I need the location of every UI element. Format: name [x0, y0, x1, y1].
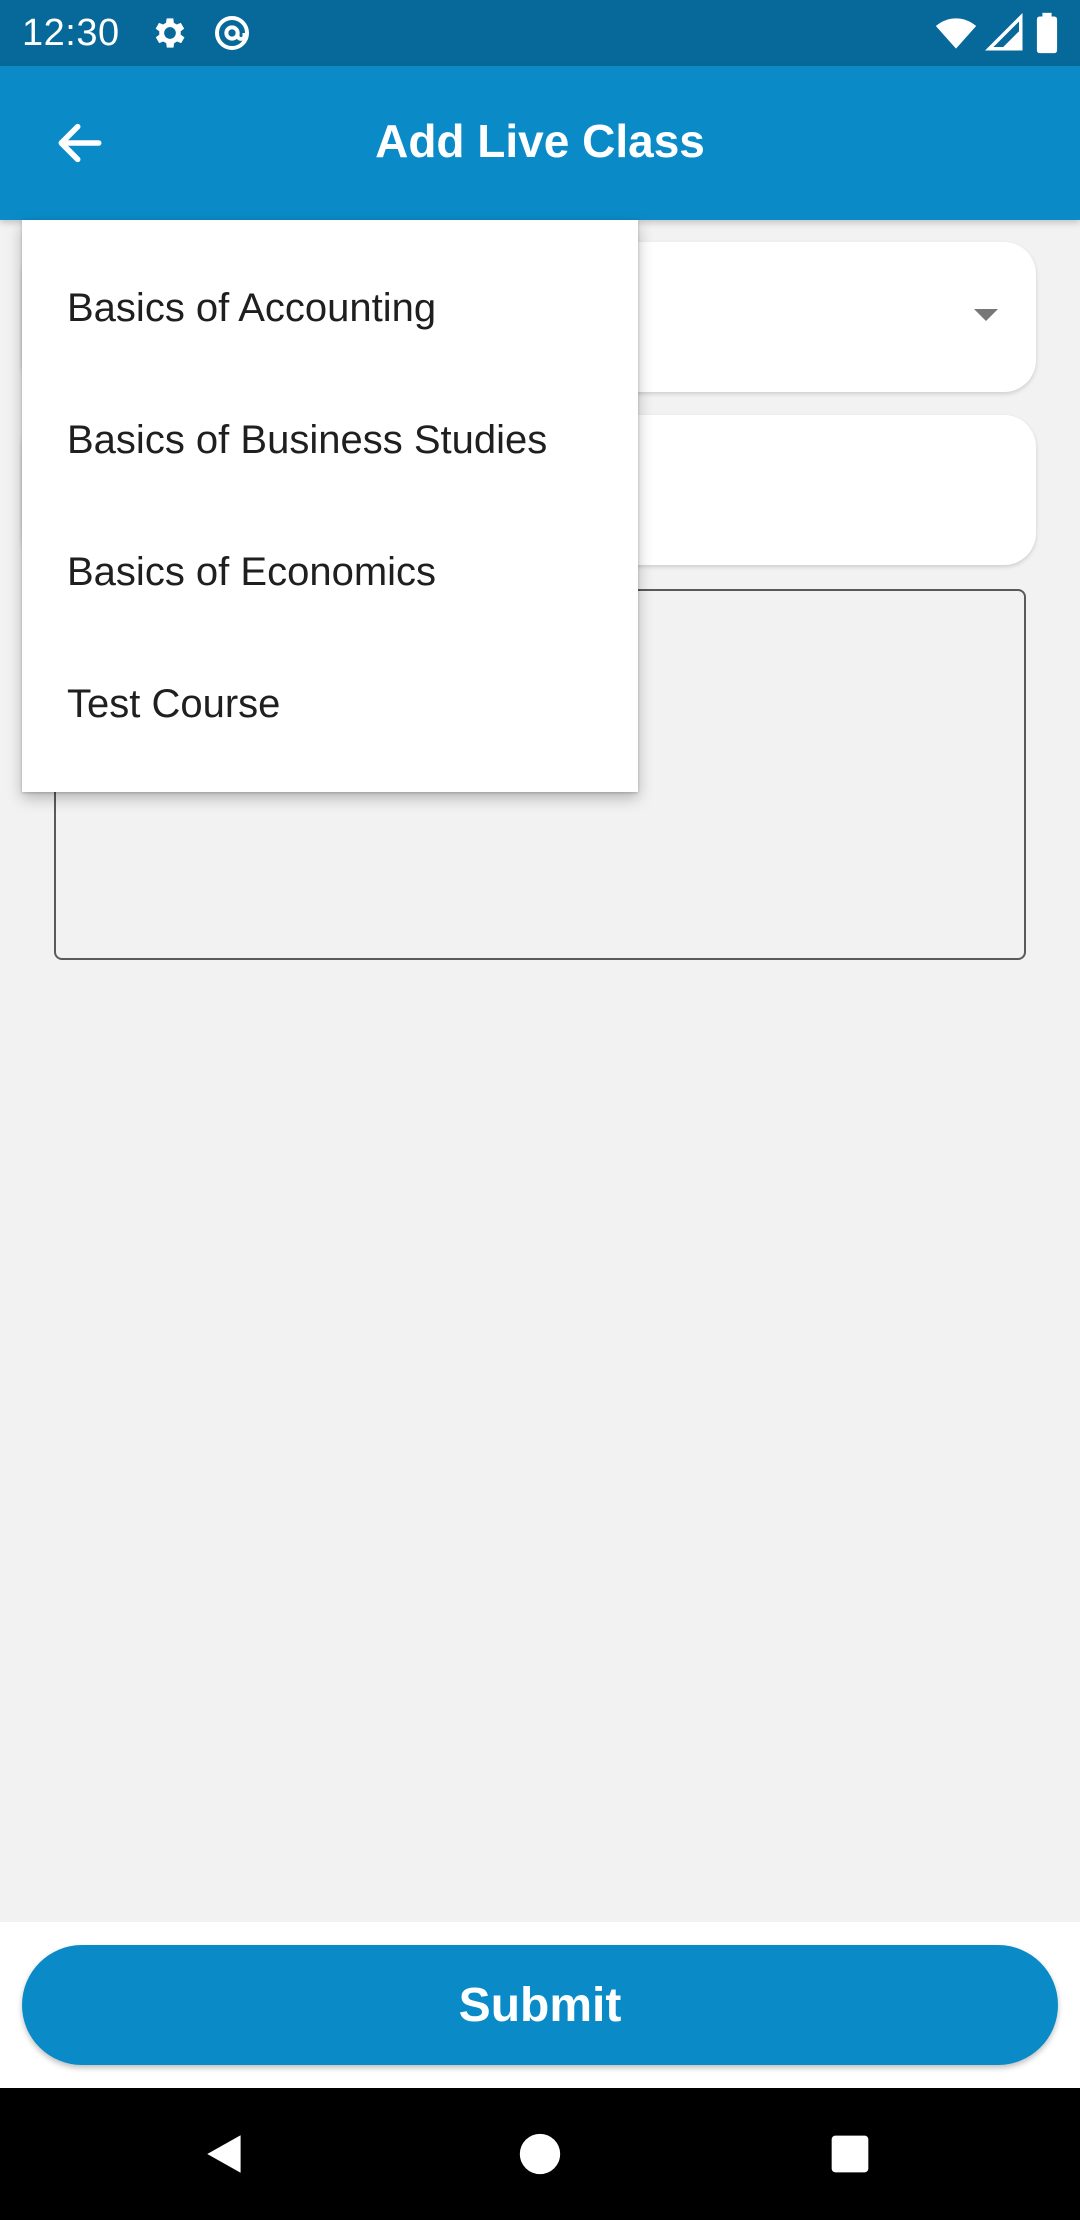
cell-signal-icon [985, 13, 1023, 51]
back-triangle-icon [207, 2135, 241, 2173]
status-time: 12:30 [22, 11, 120, 54]
app-bar: Add Live Class [0, 66, 1080, 220]
wifi-icon [935, 18, 977, 49]
submit-area: Submit [0, 1922, 1080, 2088]
system-nav-bar [0, 2088, 1080, 2220]
submit-button[interactable]: Submit [22, 1945, 1058, 2065]
battery-icon [1036, 12, 1058, 54]
gear-icon [155, 18, 185, 48]
menu-item-basics-of-accounting[interactable]: Basics of Accounting [22, 242, 638, 374]
home-circle-icon [519, 2133, 561, 2175]
page-title: Add Live Class [375, 115, 705, 167]
dropdown-arrow-icon [974, 309, 998, 321]
status-right-group [934, 11, 1062, 55]
nav-home-button[interactable] [504, 2118, 576, 2190]
menu-item-basics-of-business-studies[interactable]: Basics of Business Studies [22, 374, 638, 506]
at-sign-icon [214, 16, 249, 50]
menu-item-basics-of-economics[interactable]: Basics of Economics [22, 506, 638, 638]
recents-square-icon [831, 2135, 869, 2173]
nav-back-button[interactable] [190, 2118, 262, 2190]
menu-item-test-course[interactable]: Test Course [22, 638, 638, 770]
status-bar: 12:30 [0, 0, 1080, 66]
nav-recents-button[interactable] [814, 2118, 886, 2190]
course-dropdown-menu: Basics of Accounting Basics of Business … [22, 220, 638, 792]
